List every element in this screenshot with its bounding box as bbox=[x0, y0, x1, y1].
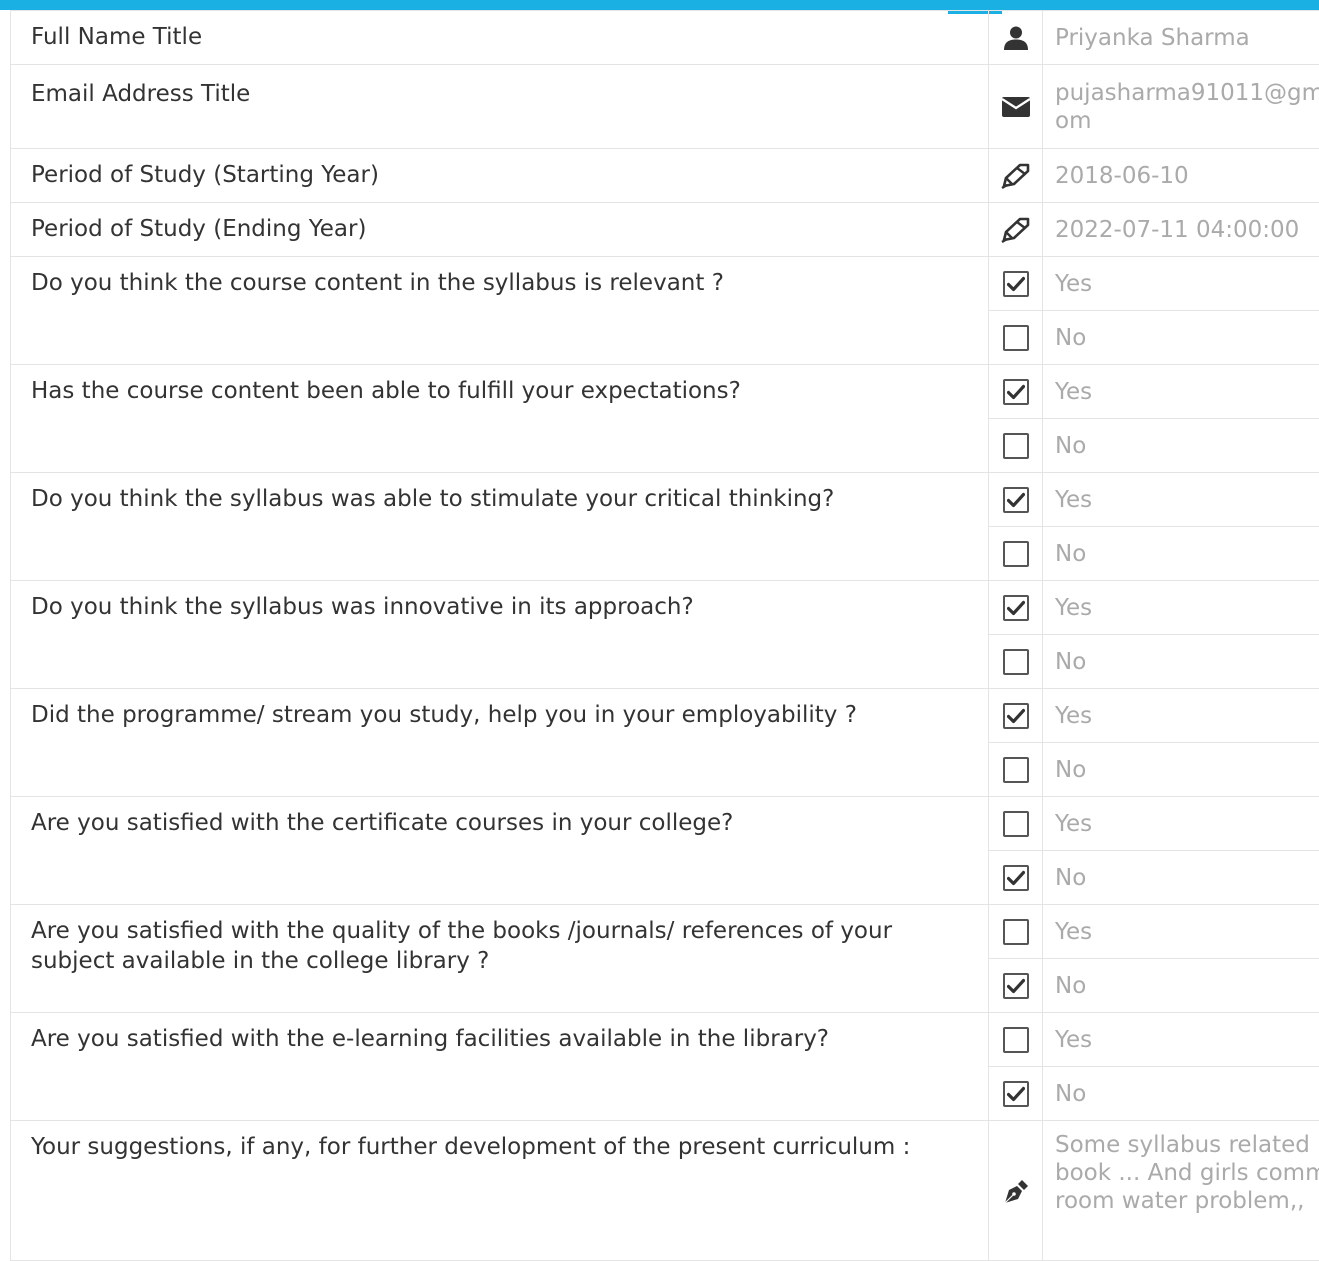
question-text: Do you think the syllabus was innovative… bbox=[11, 581, 989, 689]
envelope-icon bbox=[1002, 97, 1030, 117]
field-label: Period of Study (Ending Year) bbox=[11, 203, 989, 257]
yes-option-label[interactable]: Yes bbox=[1043, 365, 1319, 419]
field-value: Priyanka Sharma bbox=[1043, 11, 1319, 65]
field-value: 2022-07-11 04:00:00 bbox=[1043, 203, 1319, 257]
field-label: Email Address Title bbox=[11, 65, 989, 149]
yes-option-label[interactable]: Yes bbox=[1043, 473, 1319, 527]
question-text: Are you satisfied with the quality of th… bbox=[11, 905, 989, 1013]
question-row-4-yes: Do you think the syllabus was innovative… bbox=[11, 581, 1319, 635]
question-text: Has the course content been able to fulf… bbox=[11, 365, 989, 473]
no-checkbox[interactable] bbox=[1003, 865, 1029, 891]
question-row-2-yes: Has the course content been able to fulf… bbox=[11, 365, 1319, 419]
checkmark-icon bbox=[1007, 492, 1025, 508]
submission-table: Full Name Title Priyanka Sharma Email Ad… bbox=[10, 10, 1319, 1261]
question-text: Are you satisfied with the e-learning fa… bbox=[11, 1013, 989, 1121]
pen-nib-icon bbox=[1003, 1177, 1029, 1205]
field-label: Full Name Title bbox=[11, 11, 989, 65]
yes-option-label[interactable]: Yes bbox=[1043, 905, 1319, 959]
no-checkbox[interactable] bbox=[1003, 1081, 1029, 1107]
question-row-6-yes: Are you satisfied with the certificate c… bbox=[11, 797, 1319, 851]
question-row-8-yes: Are you satisfied with the e-learning fa… bbox=[11, 1013, 1319, 1067]
no-checkbox[interactable] bbox=[1003, 973, 1029, 999]
field-value: Some syllabus related book ... And girls… bbox=[1043, 1121, 1319, 1261]
question-row-5-yes: Did the programme/ stream you study, hel… bbox=[11, 689, 1319, 743]
no-option-label[interactable]: No bbox=[1043, 743, 1319, 797]
yes-checkbox[interactable] bbox=[1003, 595, 1029, 621]
no-option-label[interactable]: No bbox=[1043, 959, 1319, 1013]
no-option-label[interactable]: No bbox=[1043, 851, 1319, 905]
question-text: Do you think the course content in the s… bbox=[11, 257, 989, 365]
checkmark-icon bbox=[1007, 276, 1025, 292]
yes-option-label[interactable]: Yes bbox=[1043, 257, 1319, 311]
no-option-label[interactable]: No bbox=[1043, 1067, 1319, 1121]
no-checkbox[interactable] bbox=[1003, 757, 1029, 783]
question-text: Did the programme/ stream you study, hel… bbox=[11, 689, 989, 797]
no-option-label[interactable]: No bbox=[1043, 311, 1319, 365]
no-checkbox[interactable] bbox=[1003, 541, 1029, 567]
yes-option-label[interactable]: Yes bbox=[1043, 1013, 1319, 1067]
yes-checkbox[interactable] bbox=[1003, 271, 1029, 297]
no-checkbox[interactable] bbox=[1003, 325, 1029, 351]
row-full-name: Full Name Title Priyanka Sharma bbox=[11, 11, 1319, 65]
yes-checkbox[interactable] bbox=[1003, 379, 1029, 405]
pencil-icon bbox=[1001, 163, 1031, 189]
no-option-label[interactable]: No bbox=[1043, 527, 1319, 581]
pencil-icon bbox=[1001, 217, 1031, 243]
yes-checkbox[interactable] bbox=[1003, 919, 1029, 945]
no-checkbox[interactable] bbox=[1003, 649, 1029, 675]
row-end-year: Period of Study (Ending Year) 2022-07-11… bbox=[11, 203, 1319, 257]
field-label: Period of Study (Starting Year) bbox=[11, 149, 989, 203]
top-accent-bar bbox=[0, 0, 1319, 10]
checkmark-icon bbox=[1007, 600, 1025, 616]
yes-option-label[interactable]: Yes bbox=[1043, 797, 1319, 851]
no-option-label[interactable]: No bbox=[1043, 635, 1319, 689]
field-value: 2018-06-10 bbox=[1043, 149, 1319, 203]
checkmark-icon bbox=[1007, 870, 1025, 886]
field-label: Your suggestions, if any, for further de… bbox=[11, 1121, 989, 1261]
question-row-3-yes: Do you think the syllabus was able to st… bbox=[11, 473, 1319, 527]
question-row-1-yes: Do you think the course content in the s… bbox=[11, 257, 1319, 311]
row-suggestions: Your suggestions, if any, for further de… bbox=[11, 1121, 1319, 1261]
checkmark-icon bbox=[1007, 708, 1025, 724]
question-text: Do you think the syllabus was able to st… bbox=[11, 473, 989, 581]
checkmark-icon bbox=[1007, 978, 1025, 994]
row-email: Email Address Title pujasharma91011@gmai… bbox=[11, 65, 1319, 149]
yes-option-label[interactable]: Yes bbox=[1043, 581, 1319, 635]
checkmark-icon bbox=[1007, 384, 1025, 400]
yes-checkbox[interactable] bbox=[1003, 703, 1029, 729]
question-text: Are you satisfied with the certificate c… bbox=[11, 797, 989, 905]
row-start-year: Period of Study (Starting Year) 2018-06-… bbox=[11, 149, 1319, 203]
no-checkbox[interactable] bbox=[1003, 433, 1029, 459]
yes-checkbox[interactable] bbox=[1003, 811, 1029, 837]
user-icon bbox=[1003, 26, 1029, 50]
no-option-label[interactable]: No bbox=[1043, 419, 1319, 473]
yes-option-label[interactable]: Yes bbox=[1043, 689, 1319, 743]
question-row-7-yes: Are you satisfied with the quality of th… bbox=[11, 905, 1319, 959]
yes-checkbox[interactable] bbox=[1003, 487, 1029, 513]
field-value: pujasharma91011@gmail.com bbox=[1043, 65, 1319, 149]
checkmark-icon bbox=[1007, 1086, 1025, 1102]
yes-checkbox[interactable] bbox=[1003, 1027, 1029, 1053]
